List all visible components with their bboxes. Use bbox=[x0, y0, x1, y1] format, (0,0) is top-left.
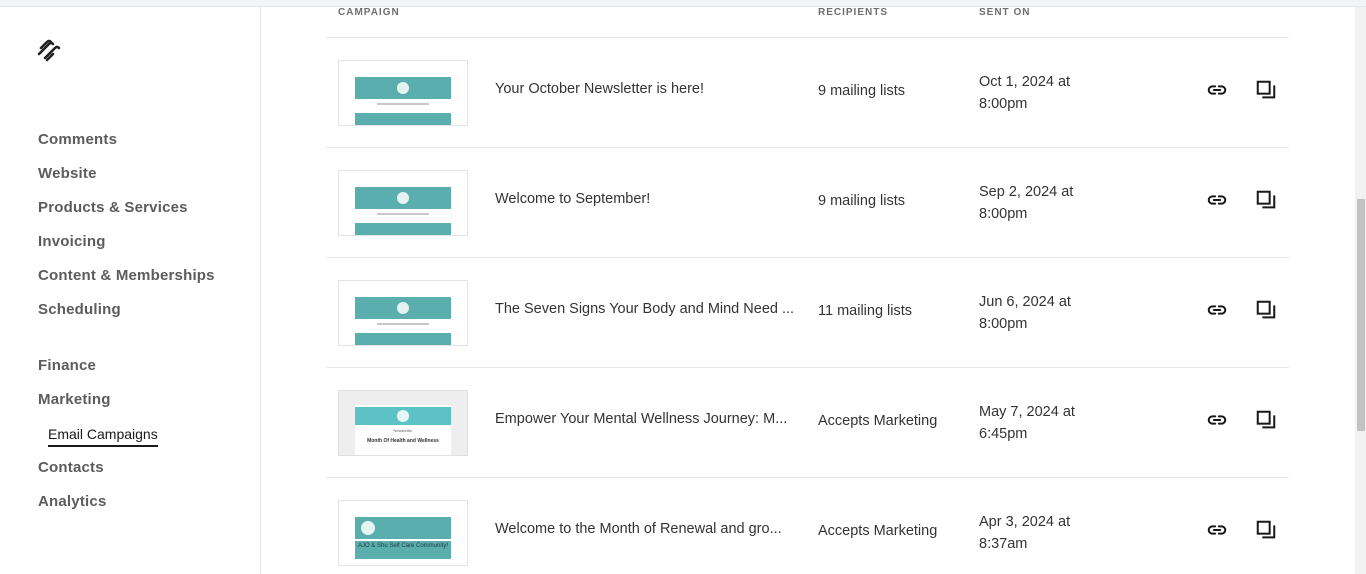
duplicate-icon[interactable] bbox=[1254, 78, 1278, 102]
sidebar-item-invoicing[interactable]: Invoicing bbox=[38, 233, 106, 250]
sidebar-item-products-services[interactable]: Products & Services bbox=[38, 199, 188, 216]
campaign-sent-on: Oct 1, 2024 at 8:00pm bbox=[979, 71, 1070, 115]
sidebar-item-analytics[interactable]: Analytics bbox=[38, 493, 107, 510]
sent-time: 8:00pm bbox=[979, 96, 1028, 112]
campaign-title[interactable]: Welcome to September! bbox=[495, 191, 797, 207]
sidebar-item-scheduling[interactable]: Scheduling bbox=[38, 301, 121, 318]
table-row[interactable]: Your October Newsletter is here! 9 maili… bbox=[326, 37, 1289, 147]
campaign-thumbnail[interactable] bbox=[338, 170, 468, 236]
sent-date: Sep 2, 2024 at bbox=[979, 184, 1074, 200]
link-icon[interactable] bbox=[1205, 408, 1229, 432]
campaign-thumbnail[interactable]: Newsletter Month Of Health and Wellness bbox=[338, 390, 468, 456]
campaign-sent-on: Apr 3, 2024 at 8:37am bbox=[979, 511, 1070, 555]
campaign-thumbnail[interactable] bbox=[338, 280, 468, 346]
sidebar-item-comments[interactable]: Comments bbox=[38, 131, 117, 148]
campaign-recipients: 9 mailing lists bbox=[818, 83, 906, 99]
thumbnail-text-line bbox=[377, 213, 429, 215]
sent-time: 8:00pm bbox=[979, 206, 1028, 222]
sent-date: Oct 1, 2024 at bbox=[979, 74, 1071, 90]
column-header-recipients[interactable]: RECIPIENTS bbox=[818, 7, 888, 18]
campaign-sent-on: May 7, 2024 at 6:45pm bbox=[979, 401, 1075, 445]
link-icon[interactable] bbox=[1205, 78, 1229, 102]
sidebar-subitem-email-campaigns[interactable]: Email Campaigns bbox=[48, 426, 158, 447]
sent-time: 6:45pm bbox=[979, 426, 1028, 442]
thumbnail-title: Month Of Health and Wellness bbox=[367, 438, 439, 444]
squarespace-logo-icon[interactable] bbox=[36, 39, 62, 63]
duplicate-icon[interactable] bbox=[1254, 408, 1278, 432]
sidebar: Comments Website Products & Services Inv… bbox=[5, 7, 261, 574]
thumbnail-logo-icon bbox=[397, 82, 409, 94]
campaign-list: CAMPAIGN RECIPIENTS SENT ON Your October… bbox=[261, 7, 1355, 574]
table-row[interactable]: Newsletter Month Of Health and Wellness … bbox=[326, 367, 1289, 477]
thumbnail-logo-icon bbox=[361, 521, 375, 535]
campaign-recipients: Accepts Marketing bbox=[818, 413, 938, 429]
column-header-campaign[interactable]: CAMPAIGN bbox=[338, 7, 400, 18]
column-header-sent-on[interactable]: SENT ON bbox=[979, 7, 1030, 18]
campaign-title[interactable]: Welcome to the Month of Renewal and gro.… bbox=[495, 521, 797, 537]
thumbnail-subtitle: Newsletter bbox=[393, 428, 413, 433]
vertical-scrollbar[interactable] bbox=[1355, 7, 1366, 574]
table-row[interactable]: Welcome to September! 9 mailing lists Se… bbox=[326, 147, 1289, 257]
campaign-title[interactable]: The Seven Signs Your Body and Mind Need … bbox=[495, 301, 797, 317]
sent-date: Jun 6, 2024 at bbox=[979, 294, 1071, 310]
table-row[interactable]: AJO & Shu Self Care Community! Welcome t… bbox=[326, 477, 1289, 574]
sent-date: May 7, 2024 at bbox=[979, 404, 1075, 420]
duplicate-icon[interactable] bbox=[1254, 298, 1278, 322]
campaign-title[interactable]: Your October Newsletter is here! bbox=[495, 81, 797, 97]
campaign-recipients: 9 mailing lists bbox=[818, 193, 906, 209]
sent-time: 8:00pm bbox=[979, 316, 1028, 332]
top-strip bbox=[0, 0, 1366, 7]
campaign-thumbnail[interactable]: AJO & Shu Self Care Community! bbox=[338, 500, 468, 566]
thumbnail-banner-band bbox=[355, 223, 451, 235]
campaign-title[interactable]: Empower Your Mental Wellness Journey: M.… bbox=[495, 411, 797, 427]
campaign-sent-on: Sep 2, 2024 at 8:00pm bbox=[979, 181, 1073, 225]
thumbnail-logo-icon bbox=[397, 302, 409, 314]
duplicate-icon[interactable] bbox=[1254, 188, 1278, 212]
duplicate-icon[interactable] bbox=[1254, 518, 1278, 542]
thumbnail-text-line bbox=[377, 323, 429, 325]
sidebar-item-website[interactable]: Website bbox=[38, 165, 97, 182]
thumbnail-banner-band bbox=[355, 113, 451, 125]
thumbnail-banner-band bbox=[355, 333, 451, 345]
sidebar-item-finance[interactable]: Finance bbox=[38, 357, 96, 374]
thumbnail-title: AJO & Shu Self Care Community! bbox=[357, 543, 449, 549]
campaign-recipients: 11 mailing lists bbox=[818, 303, 913, 319]
link-icon[interactable] bbox=[1205, 518, 1229, 542]
scrollbar-thumb[interactable] bbox=[1357, 199, 1365, 431]
sent-time: 8:37am bbox=[979, 536, 1028, 552]
campaign-thumbnail[interactable] bbox=[338, 60, 468, 126]
link-icon[interactable] bbox=[1205, 188, 1229, 212]
sidebar-item-contacts[interactable]: Contacts bbox=[38, 459, 104, 476]
campaign-recipients: Accepts Marketing bbox=[818, 523, 938, 539]
link-icon[interactable] bbox=[1205, 298, 1229, 322]
thumbnail-text-line bbox=[377, 103, 429, 105]
sidebar-item-content-memberships[interactable]: Content & Memberships bbox=[38, 267, 215, 284]
table-row[interactable]: The Seven Signs Your Body and Mind Need … bbox=[326, 257, 1289, 367]
thumbnail-logo-icon bbox=[397, 192, 409, 204]
thumbnail-logo-icon bbox=[397, 410, 409, 422]
sidebar-item-marketing[interactable]: Marketing bbox=[38, 391, 111, 408]
campaign-sent-on: Jun 6, 2024 at 8:00pm bbox=[979, 291, 1071, 335]
sent-date: Apr 3, 2024 at bbox=[979, 514, 1071, 530]
